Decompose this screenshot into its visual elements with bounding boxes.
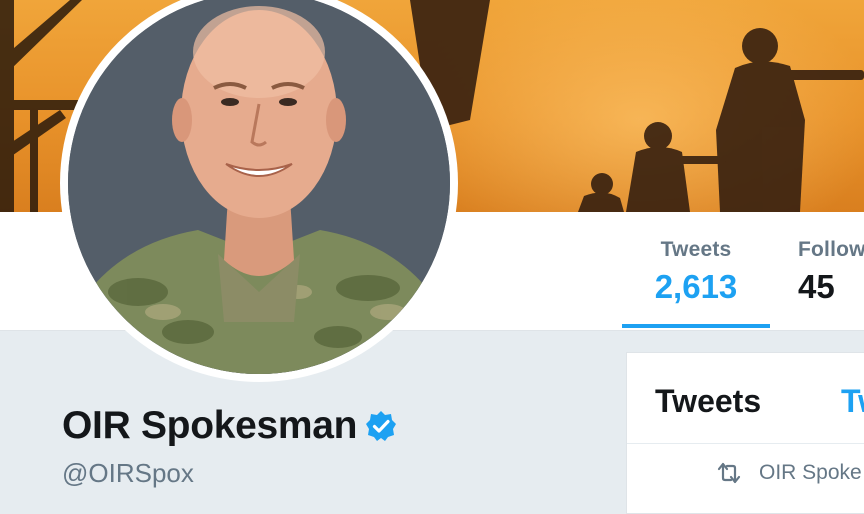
retweet-notice: OIR Spoke bbox=[715, 461, 862, 485]
stat-following[interactable]: Follow 45 bbox=[798, 238, 864, 306]
profile-handle: @OIRSpox bbox=[62, 458, 194, 488]
verified-badge-icon bbox=[366, 411, 397, 441]
tab-tweets-and-replies[interactable]: Tw bbox=[841, 383, 864, 420]
timeline-tabs: Tweets Tw bbox=[627, 353, 864, 444]
profile-name: OIR Spokesman bbox=[62, 404, 358, 447]
tab-tweets[interactable]: Tweets bbox=[655, 383, 761, 420]
timeline-panel: Tweets Tw OIR Spoke bbox=[626, 352, 864, 514]
stat-tweets-label: Tweets bbox=[660, 238, 732, 261]
retweet-icon bbox=[717, 462, 741, 484]
avatar-photo bbox=[68, 0, 450, 374]
stat-following-value: 45 bbox=[798, 268, 835, 305]
profile-name-row: OIR Spokesman bbox=[62, 404, 397, 448]
stat-following-label: Follow bbox=[798, 238, 864, 261]
stat-tweets[interactable]: Tweets 2,613 bbox=[622, 238, 770, 328]
stat-tweets-value: 2,613 bbox=[654, 268, 738, 305]
retweet-notice-text: OIR Spoke bbox=[759, 461, 862, 484]
profile-avatar[interactable] bbox=[60, 0, 458, 382]
